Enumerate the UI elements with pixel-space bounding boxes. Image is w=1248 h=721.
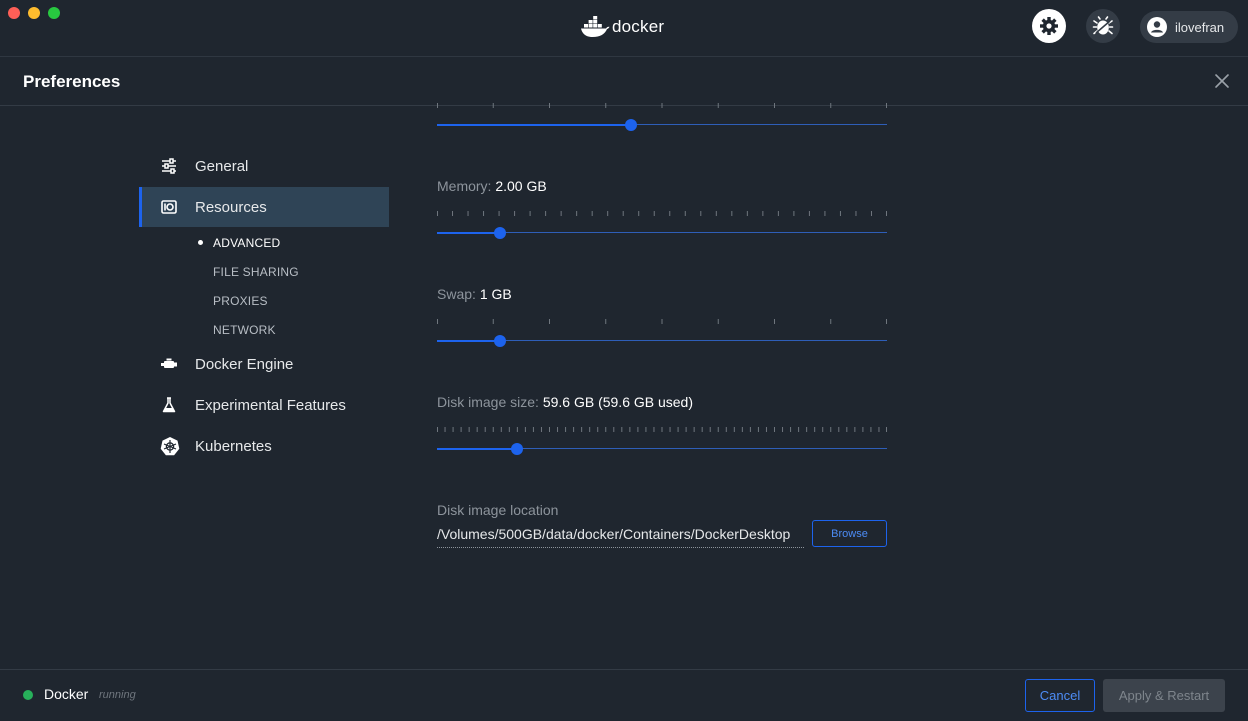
memory-label: Memory: 2.00 GB	[437, 178, 547, 194]
zoom-window-button[interactable]	[48, 7, 60, 19]
user-name: ilovefran	[1175, 19, 1225, 35]
cpu-slider-ticks	[437, 103, 887, 108]
apply-restart-button[interactable]: Apply & Restart	[1103, 679, 1225, 712]
sidebar-item-label: General	[195, 158, 249, 175]
swap-label: Swap: 1 GB	[437, 286, 512, 302]
sidebar-item-docker-engine[interactable]: Docker Engine	[139, 344, 389, 384]
cancel-button[interactable]: Cancel	[1025, 679, 1095, 712]
helm-icon	[160, 437, 180, 456]
swap-slider-ticks	[437, 319, 887, 324]
window-controls	[8, 7, 60, 19]
disk-slider-thumb[interactable]	[511, 443, 524, 455]
sidebar-subitem-proxies[interactable]: PROXIES	[213, 294, 268, 308]
flask-icon	[162, 397, 176, 413]
bug-icon	[1092, 16, 1114, 35]
sidebar-subitem-network[interactable]: NETWORK	[213, 323, 276, 337]
title-bar: docker ilovefran	[0, 0, 1248, 57]
docker-logo: docker	[580, 14, 664, 40]
resources-icon	[161, 200, 177, 214]
account-button[interactable]: ilovefran	[1140, 11, 1238, 43]
disk-location-field[interactable]: /Volumes/500GB/data/docker/Containers/Do…	[437, 524, 804, 548]
status-state: running	[99, 689, 136, 701]
settings-button[interactable]	[1032, 9, 1066, 43]
sidebar-item-label: Docker Engine	[195, 356, 294, 373]
sidebar-item-general[interactable]: General	[139, 146, 389, 186]
browse-button[interactable]: Browse	[812, 520, 887, 547]
memory-slider-ticks	[437, 211, 887, 216]
disk-slider-fill	[437, 448, 518, 450]
close-window-button[interactable]	[8, 7, 20, 19]
status-running-indicator	[23, 690, 33, 700]
active-indicator-dot	[198, 240, 203, 245]
page-title: Preferences	[23, 72, 121, 91]
disk-size-value: 59.6 GB (59.6 GB used)	[542, 394, 694, 410]
sidebar-item-kubernetes[interactable]: Kubernetes	[139, 426, 389, 466]
sliders-icon	[162, 158, 176, 174]
sidebar-subitem-advanced[interactable]: ADVANCED	[213, 236, 280, 250]
disk-location-label: Disk image location	[437, 502, 559, 518]
memory-slider-thumb[interactable]	[494, 227, 506, 239]
sidebar-item-resources[interactable]: Resources	[139, 187, 389, 227]
logo-text: docker	[612, 17, 665, 36]
docker-whale-icon	[581, 16, 610, 38]
close-icon[interactable]	[1212, 71, 1232, 91]
troubleshoot-button[interactable]	[1086, 9, 1120, 43]
sidebar-item-experimental-features[interactable]: Experimental Features	[139, 385, 389, 425]
sidebar-subitem-file-sharing[interactable]: FILE SHARING	[213, 265, 299, 279]
sidebar-item-label: Kubernetes	[195, 438, 272, 455]
swap-value: 1 GB	[479, 286, 512, 302]
preferences-header: Preferences	[0, 57, 1248, 106]
gear-icon	[1040, 17, 1058, 35]
disk-size-key: Disk image size:	[437, 394, 539, 410]
memory-slider-fill	[437, 232, 500, 234]
swap-slider-thumb[interactable]	[494, 335, 506, 347]
status-footer: Docker running Cancel Apply & Restart	[0, 669, 1248, 721]
disk-size-label: Disk image size: 59.6 GB (59.6 GB used)	[437, 394, 693, 410]
cpu-slider-fill	[437, 124, 631, 126]
disk-slider-ticks	[437, 427, 887, 432]
swap-key: Swap:	[437, 286, 476, 302]
user-avatar-icon	[1147, 17, 1167, 37]
memory-value: 2.00 GB	[495, 178, 547, 194]
memory-key: Memory:	[437, 178, 492, 194]
minimize-window-button[interactable]	[28, 7, 40, 19]
cpu-slider-thumb[interactable]	[624, 119, 637, 131]
swap-slider-fill	[437, 340, 500, 342]
sidebar-item-label: Resources	[195, 199, 267, 216]
status-name: Docker	[44, 686, 89, 702]
engine-icon	[161, 358, 177, 368]
sidebar-item-label: Experimental Features	[195, 397, 346, 414]
